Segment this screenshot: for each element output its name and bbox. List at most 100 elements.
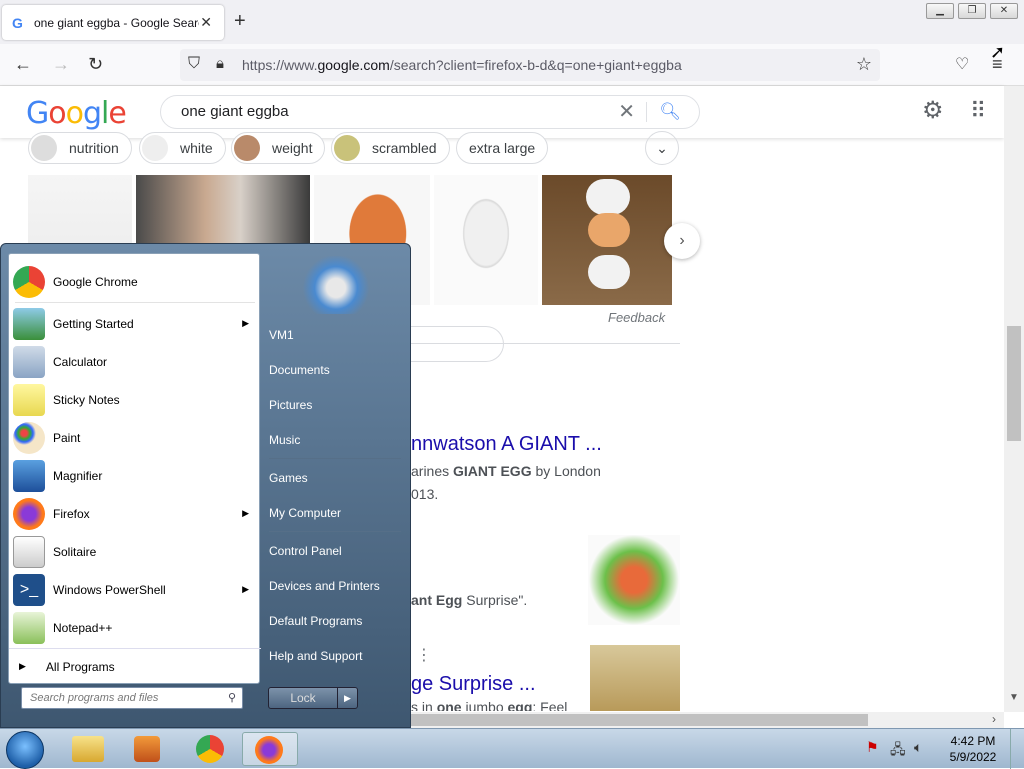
right-item-default-programs[interactable]: Default Programs — [269, 614, 362, 628]
result-snippet-1b: 013. — [411, 486, 439, 502]
right-item-games[interactable]: Games — [269, 471, 308, 485]
right-item-devices-and-printers[interactable]: Devices and Printers — [269, 579, 380, 593]
program-paint[interactable]: Paint — [9, 420, 261, 456]
program-firefox[interactable]: Firefox ▶ — [9, 496, 261, 532]
url-prefix: https://www. — [242, 57, 318, 73]
chip-weight[interactable]: weight — [231, 132, 326, 164]
feedback-link[interactable]: Feedback — [608, 310, 665, 325]
right-item-documents[interactable]: Documents — [269, 363, 330, 377]
search-icon[interactable]: ⚲ — [228, 688, 236, 708]
action-center-flag-icon[interactable]: ⚑ — [866, 739, 879, 756]
taskbar-chrome[interactable] — [182, 732, 238, 766]
browser-tab[interactable]: G one giant eggba - Google Search ✕ — [2, 5, 224, 40]
program-calculator[interactable]: Calculator — [9, 344, 261, 380]
chip-thumbnail — [142, 135, 168, 161]
lock-options-arrow-icon[interactable]: ▶ — [337, 688, 357, 708]
result-thumbnail-3[interactable] — [590, 645, 680, 711]
scroll-right-arrow-icon[interactable]: › — [992, 712, 996, 726]
close-tab-icon[interactable]: ✕ — [200, 14, 212, 31]
program-solitaire[interactable]: Solitaire — [9, 534, 261, 570]
pocket-icon[interactable]: ♡ — [955, 54, 969, 74]
firefox-icon — [255, 736, 283, 764]
result-title-1[interactable]: nnwatson A GIANT ... — [411, 433, 602, 456]
program-getting-started[interactable]: Getting Started ▶ — [9, 306, 261, 342]
shield-icon[interactable]: ⛉ — [188, 55, 200, 73]
chip-label: weight — [272, 140, 313, 156]
taskbar-firefox-active[interactable] — [242, 732, 298, 766]
forward-arrow-icon[interactable]: → — [52, 54, 70, 75]
right-item-my-computer[interactable]: My Computer — [269, 506, 341, 520]
settings-gear-icon[interactable]: ⚙ — [922, 96, 944, 125]
right-item-control-panel[interactable]: Control Panel — [269, 544, 342, 558]
program-notepadpp[interactable]: Notepad++ — [9, 610, 261, 646]
chip-white[interactable]: white — [139, 132, 226, 164]
images-next-chevron-icon[interactable]: › — [664, 223, 700, 259]
chip-nutrition[interactable]: nutrition — [28, 132, 132, 164]
program-magnifier[interactable]: Magnifier — [9, 458, 261, 494]
browser-title-bar: G one giant eggba - Google Search ✕ + ▁ … — [0, 0, 1024, 44]
submenu-arrow-icon: ▶ — [242, 508, 249, 518]
new-tab-icon[interactable]: + — [234, 10, 246, 33]
start-menu: Google Chrome Getting Started ▶ Calculato… — [0, 243, 411, 728]
google-g-icon: G — [12, 14, 23, 31]
lock-icon[interactable]: 🔒︎ — [216, 55, 224, 72]
url-bar[interactable]: ⛉ 🔒︎ https://www. google.com/search?clien… — [180, 49, 880, 81]
image-result-5[interactable] — [542, 175, 672, 305]
result-more-options-icon[interactable]: ⋮ — [416, 645, 432, 665]
taskbar-explorer[interactable] — [60, 732, 116, 766]
taskbar-media-player[interactable] — [120, 732, 176, 766]
right-item-music[interactable]: Music — [269, 433, 300, 447]
divider — [269, 458, 401, 459]
chip-thumbnail — [334, 135, 360, 161]
right-item-help-and-support[interactable]: Help and Support — [269, 649, 362, 663]
minimize-button[interactable]: ▁ — [926, 3, 954, 19]
chip-extra-large[interactable]: extra large — [456, 132, 549, 164]
search-icon[interactable]: 🔍︎ — [659, 96, 681, 128]
horizontal-scrollbar-thumb[interactable] — [410, 714, 868, 726]
divider — [269, 531, 401, 532]
submenu-arrow-icon: ▶ — [242, 584, 249, 594]
close-window-button[interactable]: ✕ — [990, 3, 1018, 19]
chip-scrambled[interactable]: scrambled — [331, 132, 450, 164]
result-thumbnail-2[interactable] — [588, 535, 680, 625]
lock-button[interactable]: Lock ▶ — [268, 687, 358, 709]
network-icon[interactable]: 🖧︎ — [890, 739, 906, 763]
google-search-input[interactable]: one giant eggba ✕ 🔍︎ — [160, 95, 700, 129]
start-search-input[interactable]: Search programs and files ⚲ — [21, 687, 243, 709]
image-result-4[interactable] — [434, 175, 538, 305]
vertical-scrollbar-thumb[interactable] — [1007, 326, 1021, 441]
program-sticky-notes[interactable]: Sticky Notes — [9, 382, 261, 418]
bookmark-star-icon[interactable]: ☆ — [856, 54, 872, 75]
vertical-scrollbar[interactable]: ▼ — [1004, 86, 1024, 712]
search-query-text: one giant eggba — [181, 103, 289, 120]
url-path: /search?client=firefox-b-d&q=one+giant+e… — [389, 57, 682, 73]
right-item-pictures[interactable]: Pictures — [269, 398, 312, 412]
back-arrow-icon[interactable]: ← — [14, 54, 32, 75]
url-domain: google.com — [317, 57, 390, 73]
clear-search-icon[interactable]: ✕ — [618, 96, 635, 128]
program-windows-powershell[interactable]: >_ Windows PowerShell ▶ — [9, 572, 261, 608]
google-logo[interactable]: Google — [26, 96, 127, 131]
search-divider — [646, 102, 647, 122]
show-desktop-button[interactable] — [1010, 729, 1024, 769]
scroll-down-arrow-icon[interactable]: ▼ — [1009, 692, 1019, 703]
restore-button[interactable]: ❐ — [958, 3, 986, 19]
magnifier-icon — [13, 460, 45, 492]
result-snippet-1a: arines GIANT EGG by London — [411, 463, 601, 479]
user-picture-chess-icon[interactable] — [301, 256, 371, 314]
reload-icon[interactable]: ↻ — [88, 54, 103, 75]
program-google-chrome[interactable]: Google Chrome — [9, 264, 261, 300]
system-clock[interactable]: 4:42 PM 5/9/2022 — [943, 733, 1003, 765]
apps-grid-icon[interactable]: ⠿ — [970, 98, 986, 124]
egg-shape — [588, 213, 630, 247]
all-programs-button[interactable]: ▶ All Programs — [9, 648, 261, 684]
chrome-icon — [13, 266, 45, 298]
chips-expand-chevron-icon[interactable]: ⌄ — [645, 131, 679, 165]
solitaire-icon — [13, 536, 45, 568]
result-title-3[interactable]: ge Surprise ... — [411, 673, 536, 696]
volume-icon[interactable]: 🔈︎ — [914, 739, 922, 756]
start-button-windows-icon[interactable] — [6, 731, 44, 769]
right-item-vm1[interactable]: VM1 — [269, 328, 294, 342]
powershell-icon: >_ — [13, 574, 45, 606]
chip-thumbnail — [31, 135, 57, 161]
